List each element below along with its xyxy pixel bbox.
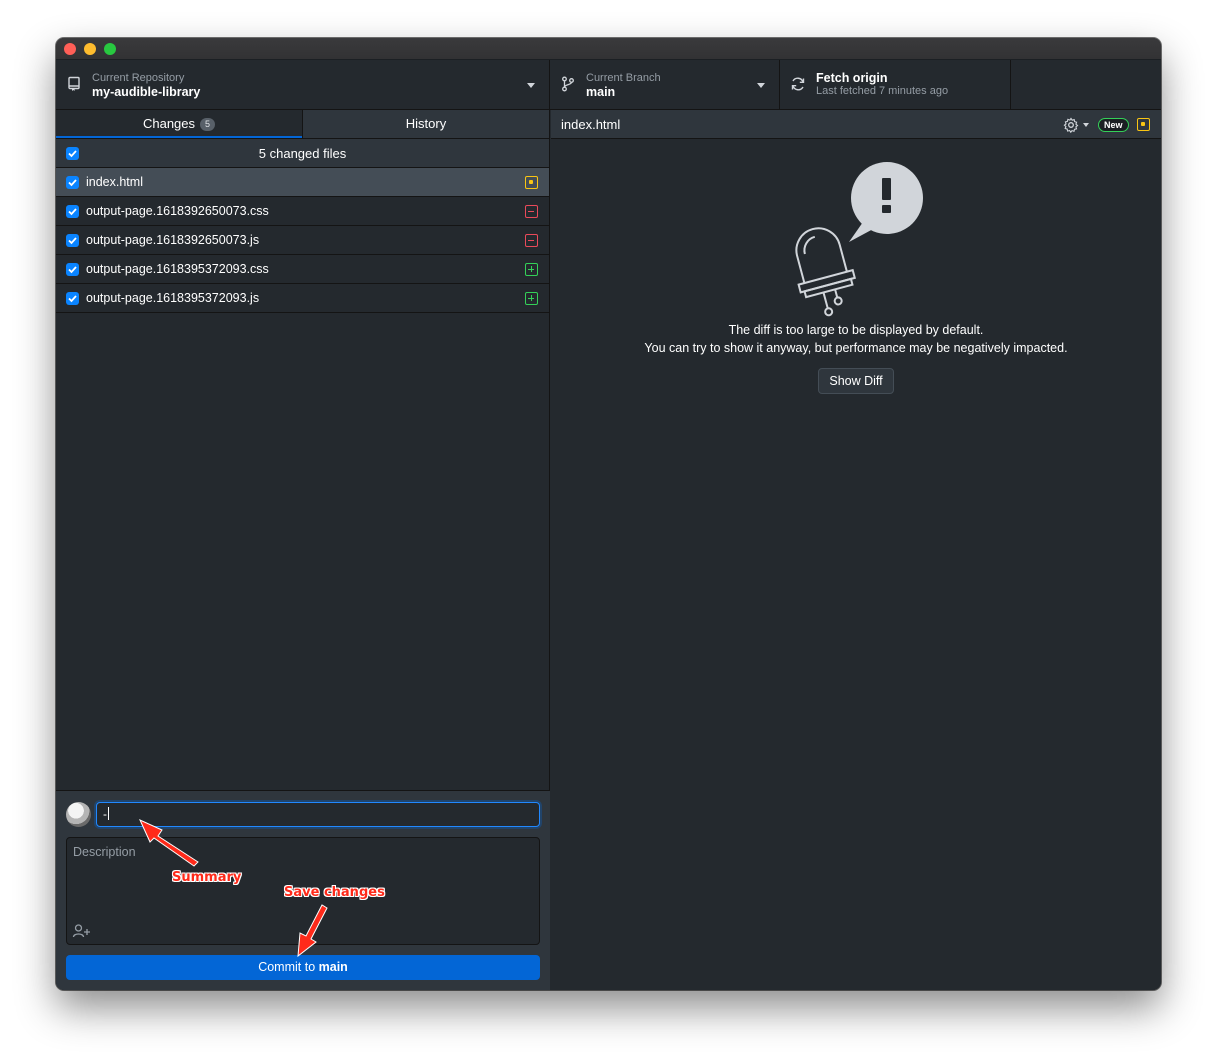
tab-bar: Changes 5 History xyxy=(56,110,549,138)
diff-panel: index.html New The diff is too large to … xyxy=(551,110,1161,990)
tab-changes[interactable]: Changes 5 xyxy=(56,110,303,138)
commit-button[interactable]: Commit to main xyxy=(66,955,540,980)
diff-header: index.html New xyxy=(551,110,1161,139)
file-name: output-page.1618392650073.css xyxy=(86,204,269,218)
modified-icon xyxy=(1137,118,1150,131)
tab-history[interactable]: History xyxy=(303,110,549,138)
commit-button-branch: main xyxy=(318,960,348,974)
file-checkbox[interactable] xyxy=(66,205,79,218)
diff-file-name: index.html xyxy=(561,117,621,132)
checkmark-icon xyxy=(68,266,77,274)
file-row[interactable]: output-page.1618395372093.js xyxy=(56,284,549,313)
file-name: index.html xyxy=(86,175,143,189)
modified-icon xyxy=(525,176,538,189)
repository-name: my-audible-library xyxy=(92,85,201,99)
deleted-icon xyxy=(525,234,538,247)
added-icon xyxy=(525,263,538,276)
toolbar: Current Repository my-audible-library Cu… xyxy=(56,60,1161,110)
minimize-window-button[interactable] xyxy=(84,43,96,55)
file-checkbox[interactable] xyxy=(66,234,79,247)
current-repository-button[interactable]: Current Repository my-audible-library xyxy=(56,60,550,110)
file-name: output-page.1618395372093.css xyxy=(86,262,269,276)
tab-changes-label: Changes xyxy=(142,116,196,131)
file-name: output-page.1618392650073.js xyxy=(86,233,260,247)
branch-name: main xyxy=(586,85,616,99)
changes-count-badge: 5 xyxy=(200,118,216,131)
file-list: index.html output-page.1618392650073.css… xyxy=(56,168,549,313)
fetch-origin-button[interactable]: Last fetched 7 minutes ago Fetch origin xyxy=(780,60,1011,110)
changes-panel: Changes 5 History 5 changed files index.h… xyxy=(56,110,550,990)
summary-annotation: Summary xyxy=(172,870,242,885)
show-diff-button[interactable]: Show Diff xyxy=(818,368,894,394)
zoom-window-button[interactable] xyxy=(104,43,116,55)
file-row[interactable]: output-page.1618395372093.css xyxy=(56,255,549,284)
sync-icon xyxy=(791,77,805,91)
changed-files-count: 5 changed files xyxy=(258,146,347,161)
repository-label: Current Repository xyxy=(92,72,185,84)
checkmark-icon xyxy=(68,179,77,187)
fetch-title: Fetch origin xyxy=(816,71,888,85)
text-cursor xyxy=(108,807,109,820)
chevron-down-icon[interactable] xyxy=(1083,123,1089,127)
large-diff-illustration-icon xyxy=(795,162,923,317)
file-checkbox[interactable] xyxy=(66,263,79,276)
avatar xyxy=(66,802,91,827)
tab-history-label: History xyxy=(405,116,447,131)
summary-input[interactable]: - xyxy=(96,802,540,827)
checkmark-icon xyxy=(68,295,77,303)
current-branch-button[interactable]: Current Branch main xyxy=(550,60,780,110)
file-checkbox[interactable] xyxy=(66,176,79,189)
chevron-down-icon xyxy=(527,83,535,88)
file-row[interactable]: output-page.1618392650073.css xyxy=(56,197,549,226)
file-row[interactable]: index.html xyxy=(56,168,549,197)
changed-files-header: 5 changed files xyxy=(56,138,549,168)
title-bar xyxy=(56,38,1161,60)
added-icon xyxy=(525,292,538,305)
branch-icon xyxy=(562,76,574,92)
checkmark-icon xyxy=(68,237,77,245)
app-window: Current Repository my-audible-library Cu… xyxy=(56,38,1161,990)
chevron-down-icon xyxy=(757,83,765,88)
description-placeholder: Description xyxy=(73,845,136,859)
branch-label: Current Branch xyxy=(586,72,661,84)
gear-icon[interactable] xyxy=(1063,117,1079,133)
file-name: output-page.1618395372093.js xyxy=(86,291,260,305)
file-row[interactable]: output-page.1618392650073.js xyxy=(56,226,549,255)
commit-button-prefix: Commit to xyxy=(258,960,319,974)
diff-performance-warning: You can try to show it anyway, but perfo… xyxy=(644,341,1068,355)
repo-icon xyxy=(68,76,80,91)
close-window-button[interactable] xyxy=(64,43,76,55)
checkmark-icon xyxy=(68,208,77,216)
save-changes-annotation: Save changes xyxy=(284,885,385,900)
new-badge: New xyxy=(1098,118,1129,132)
diff-too-large-message: The diff is too large to be displayed by… xyxy=(728,323,984,337)
deleted-icon xyxy=(525,205,538,218)
fetch-status: Last fetched 7 minutes ago xyxy=(816,85,949,97)
summary-value: - xyxy=(103,807,107,821)
file-checkbox[interactable] xyxy=(66,292,79,305)
add-coauthor-icon[interactable] xyxy=(72,923,92,939)
